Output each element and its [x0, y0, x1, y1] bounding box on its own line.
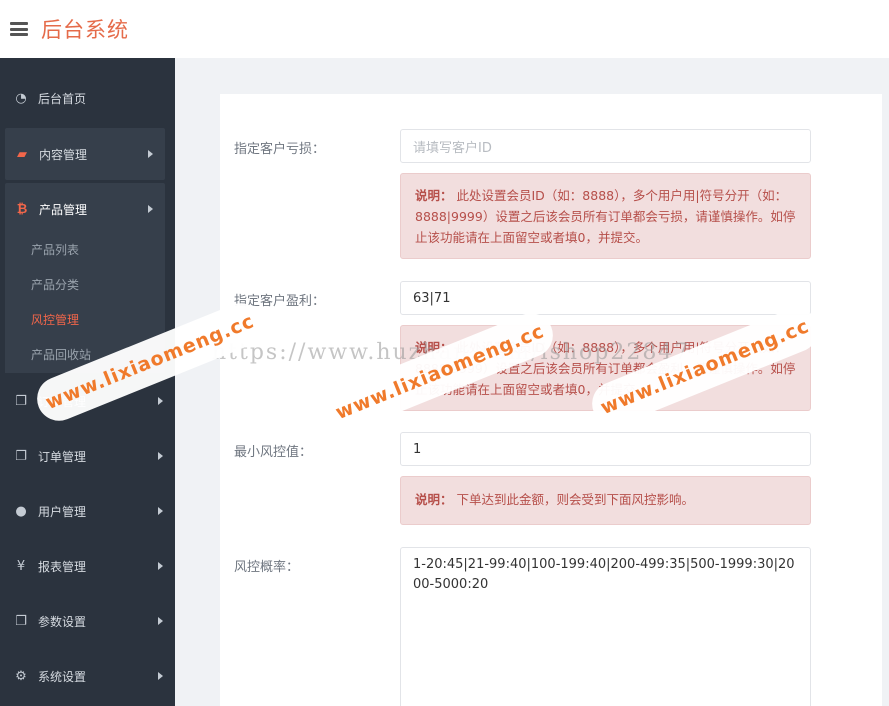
- sidebar-item-dashboard[interactable]: ◔ 后台首页: [0, 72, 175, 124]
- menu-toggle-icon[interactable]: [10, 22, 28, 36]
- copy-icon: ❐: [15, 448, 27, 464]
- loss-customer-input[interactable]: 请填写客户ID: [400, 129, 811, 163]
- min-note-alert: 说明： 下单达到此金额，则会受到下面风控影响。: [400, 476, 811, 525]
- bitcoin-icon: ₿: [16, 202, 28, 217]
- top-header: 后台系统: [0, 0, 889, 58]
- chevron-right-icon: [158, 452, 163, 460]
- dashboard-icon: ◔: [15, 90, 27, 106]
- min-risk-label: 最小风控值：: [234, 445, 313, 460]
- loss-customer-label: 指定客户亏损：: [234, 142, 326, 157]
- chevron-right-icon: [158, 672, 163, 680]
- sidebar-item-users[interactable]: ● 用户管理: [0, 485, 175, 537]
- sidebar-item-products[interactable]: ₿ 产品管理: [5, 183, 165, 235]
- chevron-right-icon: [158, 562, 163, 570]
- submenu-item-product-recycle[interactable]: 产品回收站: [31, 346, 91, 363]
- copy-icon: ❐: [15, 393, 27, 409]
- risk-probability-label: 风控概率：: [234, 560, 300, 575]
- user-icon: ●: [15, 503, 27, 519]
- sidebar-item-orders[interactable]: ❐ 订单管理: [0, 430, 175, 482]
- book-icon: ▰: [17, 146, 27, 162]
- copy-icon: ❐: [15, 613, 27, 629]
- loss-note-alert: 说明： 此处设置会员ID（如：8888），多个用户用|符号分开（如：8888|9…: [400, 173, 811, 259]
- sidebar-item-params[interactable]: ❐ 参数设置: [0, 595, 175, 647]
- profit-customer-input[interactable]: 63|71: [400, 281, 811, 315]
- gears-icon: ⚙: [15, 668, 27, 684]
- sidebar-item-system[interactable]: ⚙ 系统设置: [0, 650, 175, 702]
- min-note-text: 下单达到此金额，则会受到下面风控影响。: [456, 492, 695, 507]
- app-title: 后台系统: [41, 18, 129, 42]
- risk-probability-textarea[interactable]: 1-20:45|21-99:40|100-199:40|200-499:35|5…: [400, 547, 811, 706]
- sidebar-item-reports[interactable]: ¥ 报表管理: [0, 540, 175, 592]
- min-risk-input[interactable]: 1: [400, 432, 811, 466]
- sidebar-item-content[interactable]: ▰ 内容管理: [5, 128, 165, 180]
- submenu-item-product-list[interactable]: 产品列表: [31, 241, 79, 258]
- chevron-right-icon: [148, 205, 153, 213]
- yen-icon: ¥: [16, 558, 26, 574]
- loss-note-text: 此处设置会员ID（如：8888），多个用户用|符号分开（如：8888|9999）…: [415, 188, 796, 245]
- chevron-right-icon: [158, 397, 163, 405]
- min-note-title: 说明：: [415, 492, 453, 507]
- loss-note-title: 说明：: [415, 188, 453, 203]
- risk-control-form: 指定客户亏损： 请填写客户ID 说明： 此处设置会员ID（如：8888），多个用…: [220, 94, 882, 706]
- chevron-right-icon: [148, 150, 153, 158]
- chevron-right-icon: [158, 617, 163, 625]
- submenu-item-product-category[interactable]: 产品分类: [31, 276, 79, 293]
- submenu-item-risk-control[interactable]: 风控管理: [31, 311, 79, 328]
- chevron-right-icon: [158, 507, 163, 515]
